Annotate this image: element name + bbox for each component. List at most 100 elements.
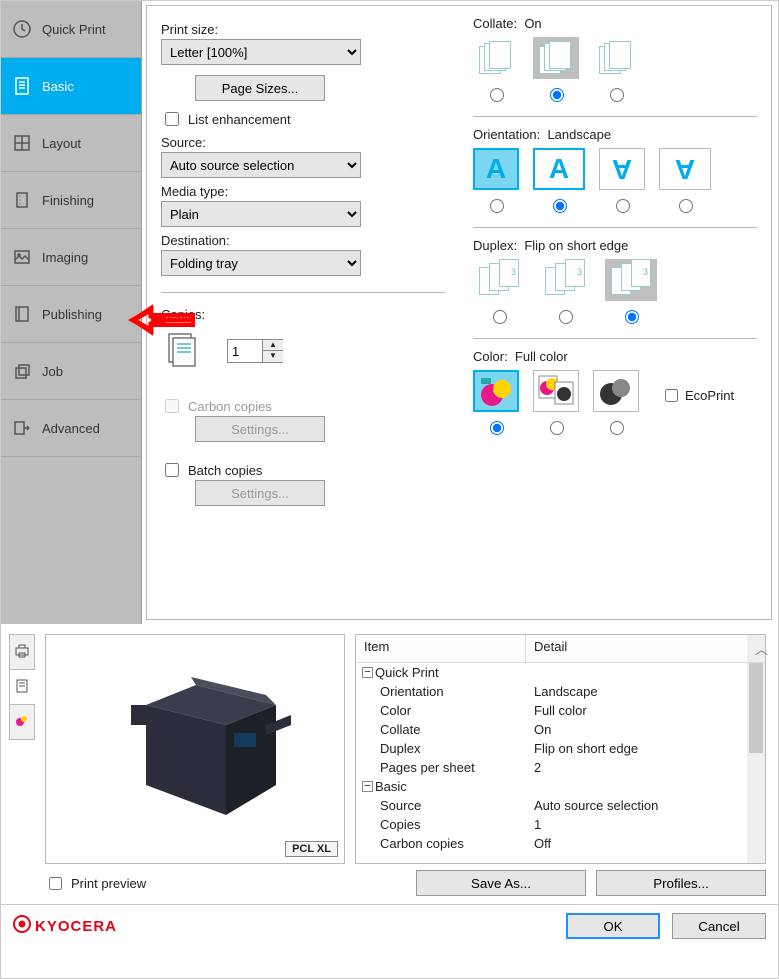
sidebar: Quick Print Basic Layout Finishing Imagi… [1,1,142,624]
printer-small-icon [14,643,30,662]
copies-label: Copies: [161,307,445,322]
batch-copies-input[interactable] [165,463,179,477]
preview-tab-page[interactable] [9,669,35,705]
color-radio-3[interactable] [610,421,624,435]
duplex-radio-3[interactable] [625,310,639,324]
batch-copies-checkbox[interactable]: Batch copies [161,460,445,480]
print-size-select[interactable]: Letter [100%] [161,39,361,65]
orientation-landscape[interactable]: A [533,148,585,213]
sidebar-item-layout[interactable]: Layout [1,115,141,172]
basic-settings-panel: Print size: Letter [100%] Page Sizes... … [146,5,772,620]
collapse-icon[interactable]: − [362,781,373,792]
brand-logo: KYOCERA [13,915,117,937]
sidebar-item-publishing[interactable]: Publishing [1,286,141,343]
cancel-button[interactable]: Cancel [672,913,766,939]
left-column: Print size: Letter [100%] Page Sizes... … [161,16,445,609]
orientation-radio-2[interactable] [553,199,567,213]
duplex-off[interactable]: 123 [473,259,525,324]
list-enhancement-checkbox[interactable]: List enhancement [161,109,445,129]
orientation-radio-1[interactable] [490,199,504,213]
preview-tab-color[interactable] [9,704,35,740]
printer-illustration-icon [106,655,306,838]
print-preview-checkbox[interactable]: Print preview [45,874,146,893]
summary-row: OrientationLandscape [356,682,765,701]
page-sizes-button[interactable]: Page Sizes... [195,75,325,101]
copies-icon [161,330,203,372]
ok-button[interactable]: OK [566,913,660,939]
duplex-radio-2[interactable] [559,310,573,324]
sidebar-item-label: Finishing [42,193,94,208]
sidebar-item-finishing[interactable]: Finishing [1,172,141,229]
orientation-radio-4[interactable] [679,199,693,213]
save-as-button[interactable]: Save As... [416,870,586,896]
orientation-options: A A A A [473,148,757,213]
image-icon [11,246,33,268]
copies-up-button[interactable]: ▲ [263,340,283,351]
collate-radio-2[interactable] [550,88,564,102]
print-preview-input[interactable] [49,877,62,890]
preview-tab-printer[interactable] [9,634,35,670]
duplex-title: Duplex: Flip on short edge [473,238,757,253]
duplex-radio-1[interactable] [493,310,507,324]
copies-input[interactable] [228,343,262,360]
sidebar-item-label: Advanced [42,421,100,436]
collate-option-1[interactable] [473,37,519,102]
collate-radio-1[interactable] [490,88,504,102]
orientation-portrait-rotated[interactable]: A [599,148,645,213]
stack-icon [11,360,33,382]
duplex-short-edge[interactable]: 123 [605,259,657,324]
copies-stepper[interactable]: ▲ ▼ [227,339,283,363]
color-auto[interactable] [533,370,579,435]
scroll-up-icon[interactable]: ︿ [747,635,765,662]
summary-body: −Quick Print OrientationLandscape ColorF… [356,663,765,863]
carbon-settings-button: Settings... [195,416,325,442]
ecoprint-input[interactable] [665,389,678,402]
summary-scrollbar[interactable] [747,663,765,863]
sidebar-item-advanced[interactable]: Advanced [1,400,141,457]
color-black[interactable] [593,370,639,435]
collapse-icon[interactable]: − [362,667,373,678]
finishing-icon [11,189,33,211]
pcl-badge: PCL XL [285,841,338,857]
summary-header: Item Detail ︿ [356,635,765,663]
sidebar-item-basic[interactable]: Basic [1,58,141,115]
collate-option-2[interactable] [533,37,579,102]
profiles-button[interactable]: Profiles... [596,870,766,896]
color-options: EcoPrint [473,370,757,435]
copies-down-button[interactable]: ▼ [263,351,283,362]
orientation-landscape-rotated[interactable]: A [659,148,711,213]
color-radio-2[interactable] [550,421,564,435]
color-full[interactable] [473,370,519,435]
media-type-select[interactable]: Plain [161,201,361,227]
summary-col-detail[interactable]: Detail [526,635,747,662]
summary-row: Carbon copiesOff [356,834,765,853]
orientation-portrait[interactable]: A [473,148,519,213]
sidebar-item-label: Layout [42,136,81,151]
sidebar-item-job[interactable]: Job [1,343,141,400]
right-column: Collate: On Orientation: Landscape [473,16,757,609]
source-select[interactable]: Auto source selection [161,152,361,178]
media-type-label: Media type: [161,184,445,199]
summary-group-basic[interactable]: −Basic [356,777,765,796]
color-radio-1[interactable] [490,421,504,435]
orientation-radio-3[interactable] [616,199,630,213]
duplex-long-edge[interactable]: 123 [539,259,591,324]
list-enhancement-input[interactable] [165,112,179,126]
collate-options [473,37,757,102]
collate-option-3[interactable] [593,37,639,102]
duplex-options: 123 123 123 [473,259,757,324]
brand-mark-icon [13,915,31,937]
scrollbar-thumb[interactable] [749,663,763,753]
collate-radio-3[interactable] [610,88,624,102]
destination-label: Destination: [161,233,445,248]
ecoprint-checkbox[interactable]: EcoPrint [661,386,734,405]
palette-small-icon [14,713,30,732]
sidebar-item-quick-print[interactable]: Quick Print [1,1,141,58]
summary-row: ColorFull color [356,701,765,720]
summary-col-item[interactable]: Item [356,635,526,662]
destination-select[interactable]: Folding tray [161,250,361,276]
sidebar-item-imaging[interactable]: Imaging [1,229,141,286]
sidebar-item-label: Basic [42,79,74,94]
sidebar-item-label: Publishing [42,307,102,322]
summary-group-quickprint[interactable]: −Quick Print [356,663,765,682]
